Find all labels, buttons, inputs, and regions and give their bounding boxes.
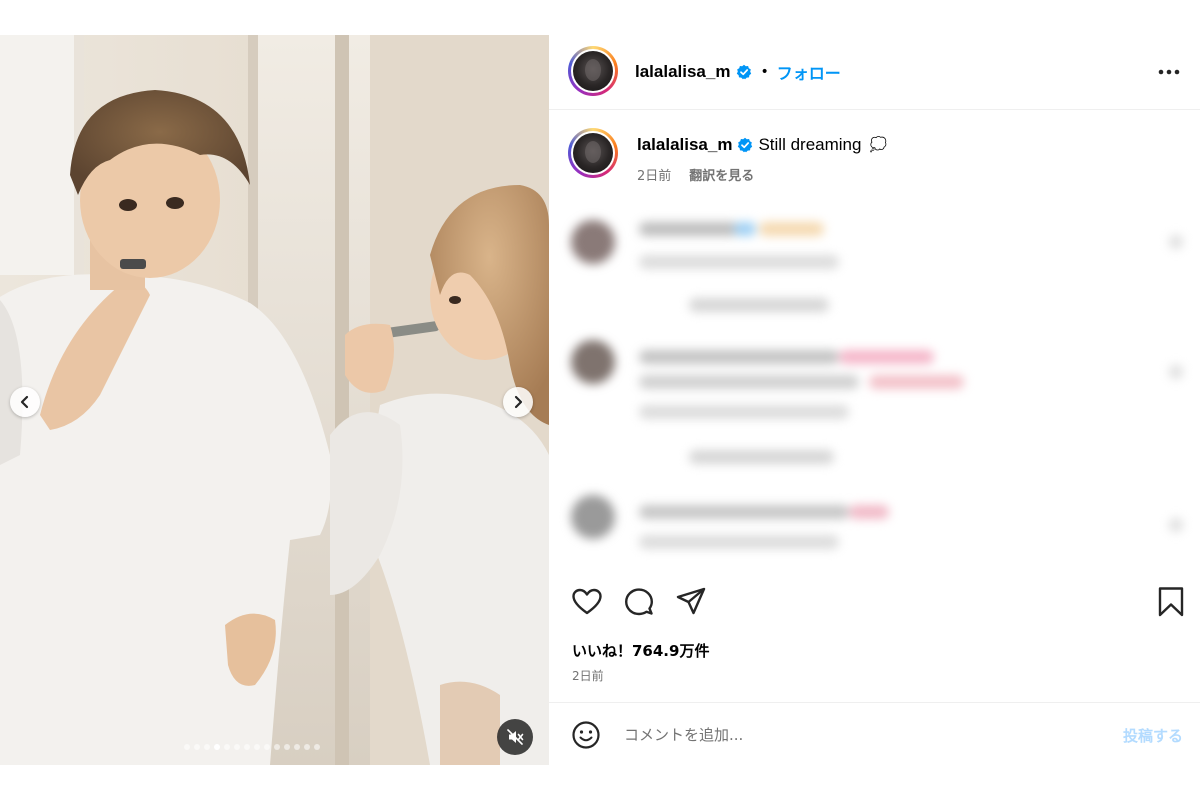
carousel-dot <box>254 744 260 750</box>
comment-avatar <box>571 495 615 539</box>
author-avatar[interactable] <box>568 46 618 96</box>
chevron-right-icon <box>514 395 523 409</box>
post-comment-button[interactable]: 投稿する <box>1123 725 1183 746</box>
avatar-image <box>573 133 613 173</box>
carousel-dot <box>234 744 240 750</box>
mute-button[interactable] <box>497 719 533 755</box>
header-separator: • <box>760 64 769 80</box>
comment-line <box>639 505 849 519</box>
post-date: 2日前 <box>572 669 604 683</box>
post-header: lalalalisa_m • フォロー <box>549 35 1200 110</box>
carousel-dot <box>224 744 230 750</box>
comment-line <box>839 350 934 364</box>
mute-icon <box>507 729 524 745</box>
comment-input[interactable] <box>624 723 1094 747</box>
add-comment-bar: 投稿する <box>549 702 1200 765</box>
caption-text: Still dreaming <box>758 135 862 154</box>
more-options-icon[interactable] <box>1158 61 1180 83</box>
carousel-prev-button[interactable] <box>10 387 40 417</box>
comment-line <box>849 505 889 519</box>
comment-icon[interactable] <box>623 586 655 618</box>
post-details-panel: lalalalisa_m • フォロー lalalalisa_m Still d… <box>549 35 1200 765</box>
comment-line <box>1169 518 1183 532</box>
likes-count[interactable]: いいね！764.9万件 <box>572 640 709 661</box>
comment-line <box>639 375 859 389</box>
carousel-dot <box>204 744 210 750</box>
carousel-dot <box>274 744 280 750</box>
comment-line <box>869 375 964 389</box>
carousel-dot <box>284 744 290 750</box>
post-media[interactable] <box>0 35 549 765</box>
verified-badge-icon <box>737 64 752 80</box>
comment-avatar <box>571 340 615 384</box>
caption-timestamp: 2日前 <box>637 169 672 184</box>
chevron-left-icon <box>20 395 29 409</box>
comment-line <box>639 222 739 236</box>
follow-button[interactable]: フォロー <box>777 60 841 84</box>
thought-balloon-emoji: 💭 <box>869 137 887 153</box>
emoji-icon[interactable] <box>571 720 601 750</box>
carousel-indicator <box>184 744 320 750</box>
comment-line <box>1169 235 1183 249</box>
carousel-dot <box>244 744 250 750</box>
comment-line <box>689 450 834 464</box>
heart-icon[interactable] <box>571 586 603 618</box>
comment-line <box>639 535 839 549</box>
verified-badge-icon <box>738 137 753 153</box>
avatar-image <box>573 51 613 91</box>
carousel-dot <box>264 744 270 750</box>
action-bar <box>549 580 1200 624</box>
comment-line <box>734 222 756 236</box>
comment-avatar <box>571 220 615 264</box>
carousel-next-button[interactable] <box>503 387 533 417</box>
carousel-dot <box>314 744 320 750</box>
share-icon[interactable] <box>675 586 707 618</box>
comment-line <box>639 255 839 269</box>
comment-line <box>1169 365 1183 379</box>
comment-line <box>639 350 839 364</box>
author-username[interactable]: lalalalisa_m <box>635 62 730 82</box>
comments-list[interactable] <box>549 200 1200 575</box>
carousel-dot <box>194 744 200 750</box>
comment-line <box>689 298 829 312</box>
comment-line <box>639 405 849 419</box>
carousel-dot-active <box>214 744 220 750</box>
carousel-dot <box>294 744 300 750</box>
carousel-dot <box>304 744 310 750</box>
caption-username[interactable]: lalalalisa_m <box>637 135 732 155</box>
translate-link[interactable]: 翻訳を見る <box>689 165 754 184</box>
post-photo <box>0 35 549 765</box>
post-caption: lalalalisa_m Still dreaming 💭 2日前 翻訳を見る <box>549 125 1200 195</box>
comment-line <box>759 222 824 236</box>
caption-avatar[interactable] <box>568 128 618 178</box>
carousel-dot <box>184 744 190 750</box>
bookmark-icon[interactable] <box>1157 586 1185 618</box>
